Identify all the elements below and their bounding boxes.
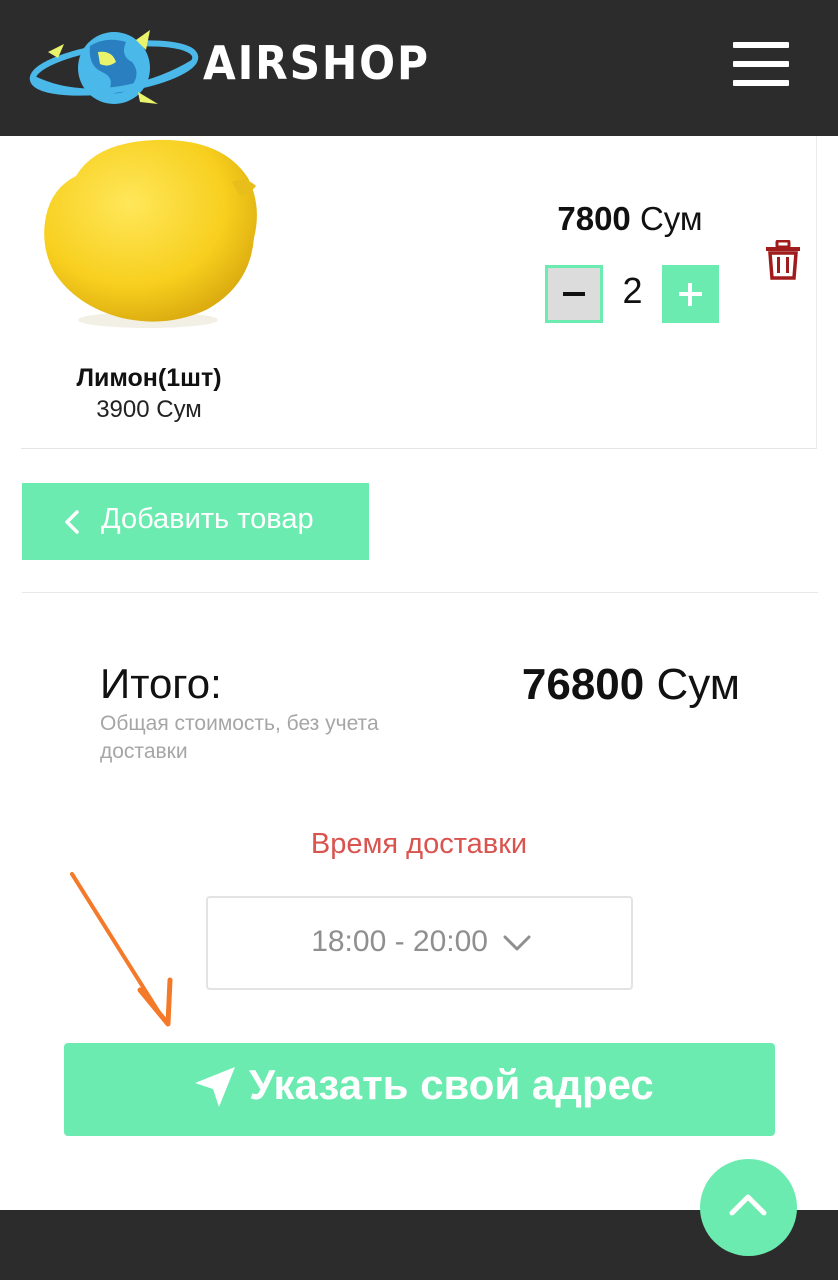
total-value: 76800 xyxy=(521,660,645,709)
quantity-increase-button[interactable] xyxy=(662,265,719,323)
line-total-currency: Сум xyxy=(639,200,703,237)
lemon-product-image xyxy=(44,139,257,328)
delivery-time-label: Время доставки xyxy=(310,828,528,860)
app-header: AIRSHOP xyxy=(0,0,838,136)
add-product-label: Добавить товар xyxy=(101,503,314,535)
add-product-button[interactable]: Добавить товар xyxy=(22,483,369,560)
total-currency: Сум xyxy=(656,660,740,709)
line-total-value: 7800 xyxy=(557,200,631,237)
product-name: Лимон(1шт) xyxy=(76,364,222,392)
product-unit-price: 3900 Сум xyxy=(96,396,202,423)
quantity-decrease-button[interactable] xyxy=(545,265,603,323)
annotation-arrow-icon xyxy=(70,872,173,1027)
set-address-button[interactable]: Указать свой адрес xyxy=(64,1043,775,1136)
delivery-time-value: 18:00 - 20:00 xyxy=(311,925,488,958)
chevron-up-icon xyxy=(729,1194,767,1216)
planet-logo-icon[interactable] xyxy=(28,22,200,114)
chevron-left-icon xyxy=(65,510,79,534)
navigation-arrow-icon xyxy=(195,1067,235,1107)
section-divider xyxy=(22,592,818,593)
chevron-down-icon xyxy=(503,935,531,951)
total-note: Общая стоимость, без учета доставки xyxy=(100,712,379,763)
scroll-to-top-button[interactable] xyxy=(700,1159,797,1256)
total-amount: 76800 Сум xyxy=(460,660,740,710)
delivery-time-select[interactable]: 18:00 - 20:00 xyxy=(206,896,633,990)
set-address-label: Указать свой адрес xyxy=(249,1061,654,1108)
quantity-value: 2 xyxy=(622,270,643,311)
line-total: 7800 Сум xyxy=(520,200,740,238)
trash-icon[interactable] xyxy=(765,240,801,280)
hamburger-menu-icon[interactable] xyxy=(733,42,789,86)
total-label: Итого: xyxy=(100,660,222,707)
brand-name: AIRSHOP xyxy=(203,36,430,90)
